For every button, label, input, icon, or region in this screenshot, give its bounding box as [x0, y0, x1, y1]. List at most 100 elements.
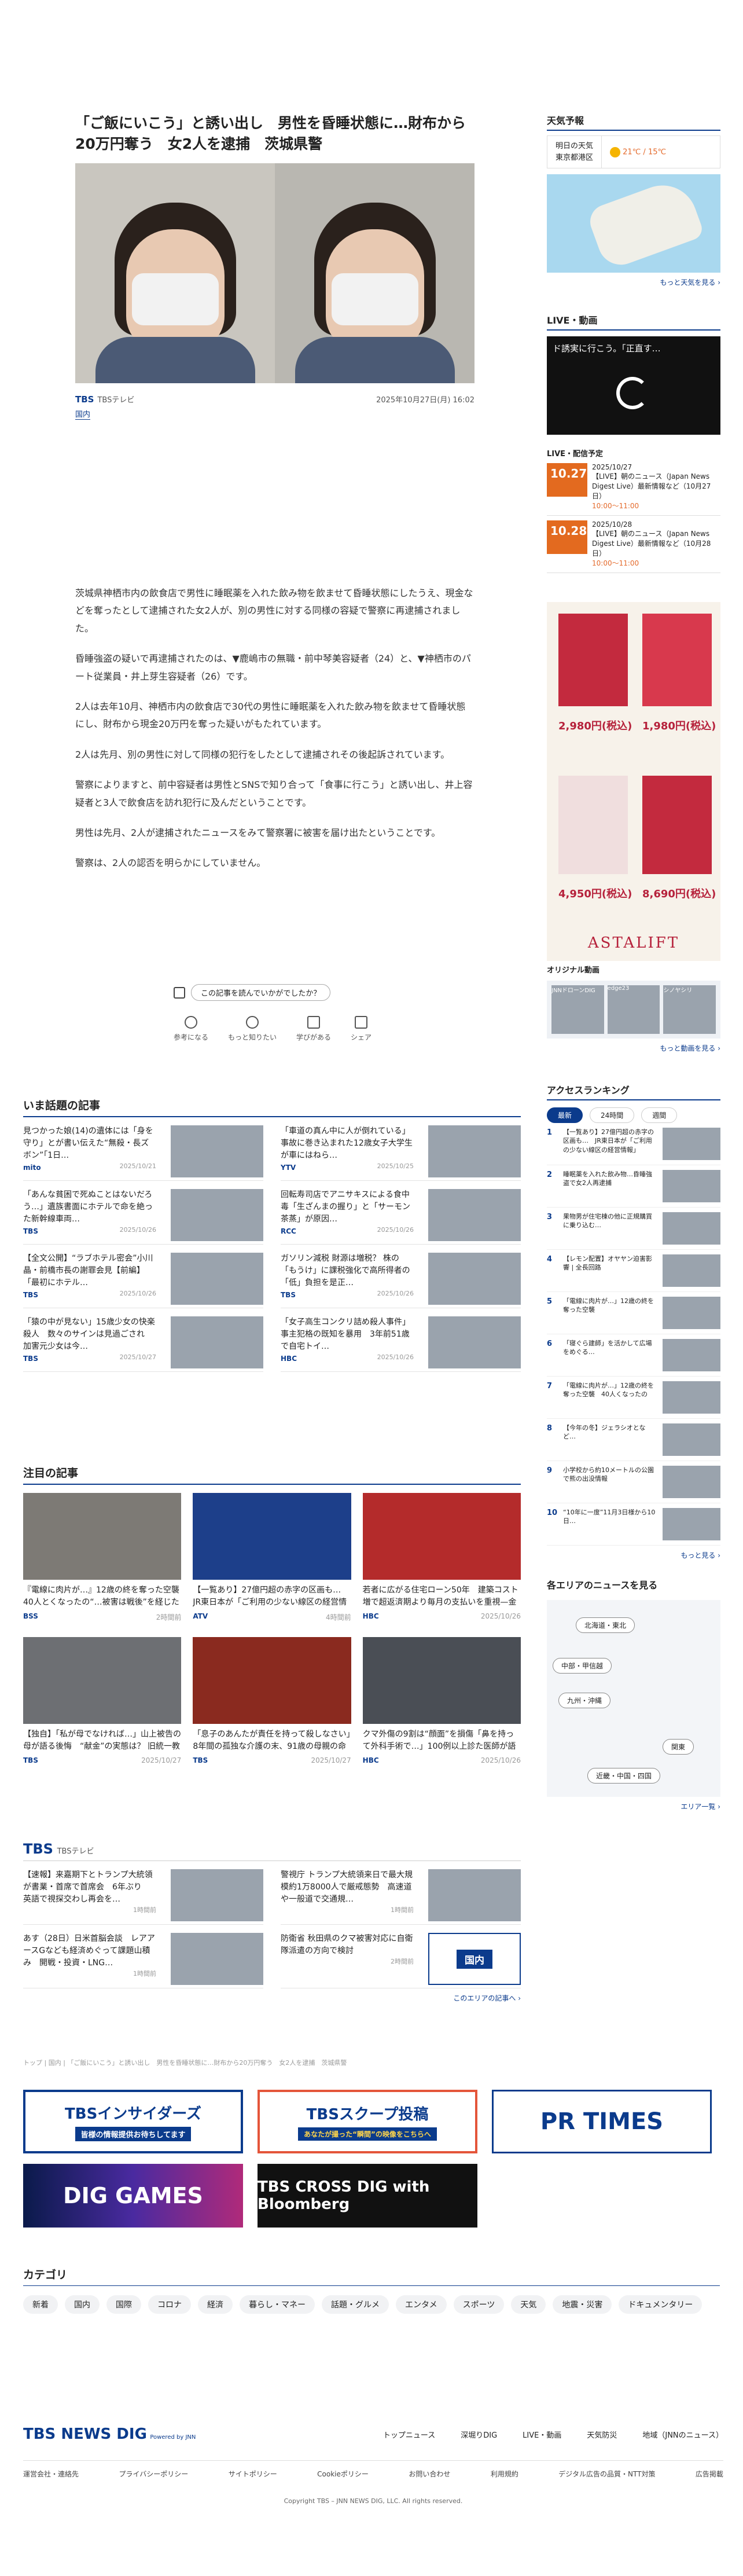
ranking-item[interactable]: 6 「寝ぐら建師」を活かして広場をめぐる…: [547, 1334, 720, 1377]
trending-item[interactable]: 見つかった娘(14)の遺体には「身を守り」とが書い伝えた“無殺・長ズボン”「1日…: [23, 1117, 263, 1181]
category-chip[interactable]: 国内: [65, 2295, 100, 2314]
featured-card[interactable]: 若者に広がる住宅ローン50年 建築コスト増で超返済期より毎月の支払いを重視—金融…: [362, 1493, 521, 1622]
ranking-item[interactable]: 8 【今年の冬】ジェラシオとなど…: [547, 1419, 720, 1461]
ad-brand: ASTALIFT: [587, 934, 680, 952]
footer-nav-link[interactable]: 地域（JNNのニュース）: [642, 2429, 723, 2440]
trending-item[interactable]: 「あんな貧困で死ぬことはないだろう…」遺族書面にホテルで命を絶った新幹線車両… T…: [23, 1181, 263, 1245]
category-chip[interactable]: 新着: [23, 2295, 58, 2314]
featured-card[interactable]: クマ外傷の9割は“顔面”を損傷「鼻を持って外科手術で…」100例以上診た医師が語…: [362, 1637, 521, 1764]
ranking-thumbnail: [663, 1466, 720, 1498]
featured-card[interactable]: 【独自】「私が母でなければ…」山上被告の母が語る後悔 “献金”の実態は？ 旧統一…: [23, 1637, 182, 1764]
area-kanto[interactable]: 関東: [663, 1739, 694, 1755]
reaction-share[interactable]: シェア: [351, 1016, 372, 1042]
category-chip[interactable]: スポーツ: [453, 2295, 505, 2314]
trending-item[interactable]: 「女子高生コンクリ詰め殺人事件」事主犯格の既知を暴用 3年前51歳で自宅トイ… H…: [281, 1308, 521, 1372]
weather-widget[interactable]: 明日の天気 東京都港区 21℃ / 15℃: [547, 135, 720, 168]
category-link[interactable]: 国内: [75, 408, 91, 420]
footer-link[interactable]: 運営会社・連絡先: [23, 2469, 79, 2479]
reactions: 参考になる もっと知りたい 学びがある シェア: [174, 1016, 372, 1042]
category-chip[interactable]: 地震・災害: [553, 2295, 612, 2314]
sidebar-live: LIVE・動画 ド誘実に行こう。「正直す… LIVE・配信予定 10.27 202…: [547, 313, 720, 573]
areas-more[interactable]: エリア一覧 ›: [547, 1801, 720, 1811]
footer-link[interactable]: Cookieポリシー: [317, 2469, 369, 2479]
reaction-helpful[interactable]: 参考になる: [174, 1016, 208, 1042]
banner-scoop[interactable]: TBSスクープ投稿 あなたが撮った“瞬間”の映像をこちらへ: [258, 2090, 477, 2153]
tbs-item[interactable]: 【速報】来嘉期下とトランプ大統領が書業・首席で首席会 6年ぶり 英語で視探交わし…: [23, 1861, 263, 1925]
trending-date: 2025/10/26: [377, 1353, 414, 1361]
category-chip[interactable]: 暮らし・マネー: [240, 2295, 315, 2314]
trending-text: ガソリン減税 財源は増税？ 株の「もうけ」に課税強化で高所得者の「低」負担を是正…: [281, 1253, 414, 1300]
ranking-item[interactable]: 1 【一覧あり】27億円超の赤字の区画も… JR東日本が「ご利用の少ない線区の経営…: [547, 1123, 720, 1165]
featured-card[interactable]: 『電線に肉片が…』12歳の終を奪った空襲 40人とくなったの“…被害は戦後”を経…: [23, 1493, 182, 1622]
footer-nav-link[interactable]: LIVE・動画: [523, 2429, 561, 2440]
ranking-item[interactable]: 4 【レモン配置】オヤヤン迫害影響 | 全長回路: [547, 1250, 720, 1292]
tbs-item[interactable]: 防衛省 秋田県のクマ被害対応に自衛隊派遣の方向で検討 2時間前 国内: [281, 1925, 521, 1988]
reaction-learn[interactable]: 学びがある: [296, 1016, 331, 1042]
banner-insiders[interactable]: TBSインサイダーズ 皆様の情報提供お待ちしてます: [23, 2090, 243, 2153]
ranking-item[interactable]: 7 「電線に肉片が…」12歳の終を奪った空襲 40人くなったの: [547, 1377, 720, 1419]
ranking-more[interactable]: もっと見る ›: [547, 1550, 720, 1560]
trending-item[interactable]: 【全文公開】“ラブホテル密会”小川晶・前橋市長の謝罪会見【前編】「最初にホテル……: [23, 1245, 263, 1308]
footer-nav-link[interactable]: 天気防災: [587, 2429, 617, 2440]
featured-card[interactable]: 【一覧あり】27億円超の赤字の区画も… JR東日本が「ご利用の少ない線区の経営情…: [193, 1493, 351, 1622]
footer-link[interactable]: デジタル広告の品質・NTT対策: [558, 2469, 655, 2479]
original-video-3[interactable]: シノヤシリ: [663, 985, 716, 1034]
footer-nav-link[interactable]: トップニュース: [383, 2429, 435, 2440]
footer-logo[interactable]: TBS NEWS DIG Powered by JNN: [23, 2425, 196, 2443]
trending-item[interactable]: ガソリン減税 財源は増税？ 株の「もうけ」に課税強化で高所得者の「低」負担を是正…: [281, 1245, 521, 1308]
category-chip[interactable]: 話題・グルメ: [322, 2295, 389, 2314]
region-badge: 国内: [457, 1949, 492, 1969]
tab-24h[interactable]: 24時間: [590, 1107, 635, 1123]
original-video-2[interactable]: edge23: [607, 985, 660, 1034]
trending-date: 2025/10/26: [119, 1226, 156, 1234]
schedule-item[interactable]: 10.27 2025/10/27 【LIVE】朝のニュース（Japan News D…: [547, 458, 720, 516]
area-hokkaido[interactable]: 北海道・東北: [576, 1617, 635, 1633]
feedback-question[interactable]: この記事を読んでいかがでしたか？: [191, 984, 331, 1001]
tbs-thumbnail: [171, 1933, 263, 1985]
category-chip[interactable]: 天気: [511, 2295, 546, 2314]
category-chip[interactable]: ドキュメンタリー: [619, 2295, 702, 2314]
footer-link[interactable]: お問い合わせ: [409, 2469, 450, 2479]
category-chip[interactable]: 国際: [106, 2295, 141, 2314]
tbs-item[interactable]: あす（28日）日米首脳会談 レアアースGなども経済めぐって課題山積み 開戦・投資…: [23, 1925, 263, 1988]
trending-item[interactable]: 「車道の真ん中に人が倒れている」事故に巻き込まれた12歳女子大学生が車にはねら……: [281, 1117, 521, 1181]
ranking-item[interactable]: 3 果物男が住宅棟の他に正規購買に乗り込む…: [547, 1208, 720, 1250]
ranking-item[interactable]: 2 睡眠薬を入れた飲み物…昏睡強盗で女2人再逮捕: [547, 1165, 720, 1208]
trending-item[interactable]: 「猿の中が見ない」15歳少女の快楽殺人 数々のサインは見過ごされ 加害元少女は今…: [23, 1308, 263, 1372]
ranking-item[interactable]: 5 「電線に肉片が…」12歳の終を奪った空襲: [547, 1292, 720, 1334]
tbs-more-link[interactable]: このエリアの記事へ ›: [23, 1993, 521, 2003]
banner-prtimes[interactable]: PR TIMES: [492, 2090, 712, 2153]
footer-link[interactable]: 広告掲載: [696, 2469, 723, 2479]
footer-link[interactable]: プライバシーポリシー: [119, 2469, 188, 2479]
reaction-more[interactable]: もっと知りたい: [228, 1016, 277, 1042]
original-video-1[interactable]: JNNドローンDIG: [551, 985, 604, 1034]
trending-thumbnail: [171, 1316, 263, 1368]
weather-map[interactable]: [547, 174, 720, 273]
area-kinki[interactable]: 近畿・中国・四国: [587, 1768, 661, 1784]
trending-item[interactable]: 回転寿司店でアニサキスによる食中毒「生ざんまの握り」と「サーモン茶蒸」が原因… R…: [281, 1181, 521, 1245]
sidebar-ad[interactable]: 2,980円(税込) 1,980円(税込) 4,950円(税込) 8,690円(…: [547, 596, 720, 961]
original-more[interactable]: もっと動画を見る ›: [547, 1043, 720, 1053]
footer-nav-link[interactable]: 深堀りDIG: [461, 2429, 497, 2440]
featured-card[interactable]: 「息子のあんたが責任を持って殺しなさい」8年間の孤独な介護の末、91歳の母親の命…: [193, 1637, 351, 1764]
live-video[interactable]: ド誘実に行こう。「正直す…: [547, 336, 720, 435]
banner-dig-games[interactable]: DIG GAMES: [23, 2164, 243, 2228]
weather-more[interactable]: もっと天気を見る ›: [547, 277, 720, 287]
category-chip[interactable]: 経済: [198, 2295, 233, 2314]
article-paragraph: 警察によりますと、前中容疑者は男性とSNSで知り合って「食事に行こう」と誘い出し…: [75, 779, 473, 808]
category-chip[interactable]: コロナ: [148, 2295, 191, 2314]
banner-cross-dig[interactable]: TBS CROSS DIG with Bloomberg: [258, 2164, 477, 2228]
area-kyushu[interactable]: 九州・沖縄: [558, 1693, 611, 1708]
footer-link[interactable]: 利用規約: [491, 2469, 518, 2479]
featured-title: 注目の記事: [23, 1465, 521, 1485]
ranking-item[interactable]: 10 “10年に一度”11月3日様から10日…: [547, 1503, 720, 1546]
article-title: 「ご飯にいこう」と誘い出し 男性を昏睡状態に…財布から20万円奪う 女2人を逮捕…: [75, 115, 466, 153]
ranking-item[interactable]: 9 小学校から約10メートルの公園で熊の出没情報: [547, 1461, 720, 1503]
category-chip[interactable]: エンタメ: [396, 2295, 447, 2314]
schedule-item[interactable]: 10.28 2025/10/28 【LIVE】朝のニュース（Japan News D…: [547, 516, 720, 573]
tbs-item[interactable]: 警視庁 トランプ大統領来日で最大規模約1万8000人で厳戒態勢 高速道や一般道で…: [281, 1861, 521, 1925]
area-chubu[interactable]: 中部・甲信越: [553, 1658, 612, 1674]
tab-latest[interactable]: 最新: [547, 1107, 583, 1123]
footer-link[interactable]: サイトポリシー: [229, 2469, 277, 2479]
tab-weekly[interactable]: 週間: [641, 1107, 678, 1123]
